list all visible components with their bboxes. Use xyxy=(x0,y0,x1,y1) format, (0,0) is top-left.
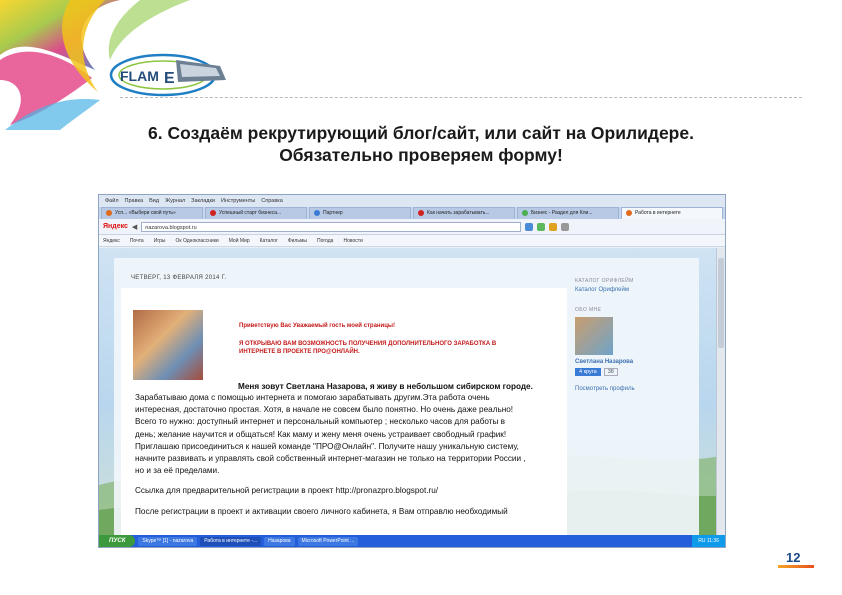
site-icon xyxy=(106,210,112,216)
post-paragraph-line: Зарабатываю дома с помощью интернета и п… xyxy=(135,393,490,402)
refresh-icon[interactable] xyxy=(537,222,546,231)
browser-tab[interactable]: Как начать зарабатывать... xyxy=(413,207,515,219)
intro-text: Меня зовут Светлана Назарова, я живу в н… xyxy=(238,382,533,391)
profile-avatar[interactable] xyxy=(575,317,613,355)
bookmark-item[interactable]: Почта xyxy=(130,238,144,244)
divider-line xyxy=(120,97,802,98)
post-paragraph-line: но и за её пределами. xyxy=(135,466,220,476)
bookmark-item[interactable]: Новости xyxy=(343,238,362,244)
view-profile-link[interactable]: Посмотреть профиль xyxy=(575,386,695,392)
post-date: ЧЕТВЕРГ, 13 ФЕВРАЛЯ 2014 Г. xyxy=(131,275,227,281)
menu-bar: Файл Правка Вид Журнал Закладки Инструме… xyxy=(99,195,725,207)
menu-tools[interactable]: Инструменты xyxy=(221,198,255,204)
scrollbar-thumb[interactable] xyxy=(718,258,724,348)
start-button[interactable]: ПУСК xyxy=(99,535,136,547)
bookmark-item[interactable]: Яндекс xyxy=(103,238,120,244)
back-arrow-icon[interactable]: ◀ xyxy=(132,223,137,231)
svg-text:E: E xyxy=(164,70,175,87)
post-paragraph-line xyxy=(135,477,565,485)
site-icon xyxy=(522,210,528,216)
url-input[interactable]: nazarova.blogspot.ru xyxy=(141,221,522,232)
system-clock: RU 11:36 xyxy=(692,535,725,547)
slide-title-line2: Обязательно проверяем форму! xyxy=(279,145,563,165)
blog-page: ЧЕТВЕРГ, 13 ФЕВРАЛЯ 2014 Г. Приветствую … xyxy=(99,248,725,535)
bookmark-item[interactable]: Мой Мир xyxy=(229,238,250,244)
bookmarks-bar: Яндекс Почта Игры Ок Одноклассники Мой М… xyxy=(99,235,725,247)
offer-line1: Я ОТКРЫВАЮ ВАМ ВОЗМОЖНОСТЬ ПОЛУЧЕНИЯ ДОП… xyxy=(239,341,497,347)
author-photo xyxy=(133,310,203,380)
browser-tab[interactable]: Бизнес - Раздел для Кли... xyxy=(517,207,619,219)
google-circles: 4 круга 38 xyxy=(575,368,695,376)
profile-name[interactable]: Светлана Назарова xyxy=(575,359,695,365)
windows-taskbar: ПУСК Skype™ [1] - nazarova Работа в инте… xyxy=(99,535,725,547)
browser-tab[interactable]: Партнер xyxy=(309,207,411,219)
bookmark-item[interactable]: Погода xyxy=(317,238,333,244)
taskbar-item[interactable]: Skype™ [1] - nazarova xyxy=(138,536,198,546)
site-icon xyxy=(314,210,320,216)
greeting-text: Приветствую Вас Уважаемый гость моей стр… xyxy=(239,323,396,329)
logo-text: FLAM xyxy=(120,68,159,84)
browser-tab-active[interactable]: Работа в интернете xyxy=(621,207,723,219)
menu-view[interactable]: Вид xyxy=(149,198,159,204)
page-number: 12 xyxy=(786,550,801,565)
bookmark-item[interactable]: Игры xyxy=(154,238,166,244)
slide-title: 6. Создаём рекрутирующий блог/сайт, или … xyxy=(0,122,842,166)
bookmark-item[interactable]: Ок Одноклассники xyxy=(176,238,219,244)
circles-button[interactable]: 4 круга xyxy=(575,368,601,376)
slide-title-line1: 6. Создаём рекрутирующий блог/сайт, или … xyxy=(148,123,694,143)
browser-tab[interactable]: Успешный старт бизнеса... xyxy=(205,207,307,219)
taskbar-item-active[interactable]: Работа в интернете -... xyxy=(200,536,262,546)
site-icon xyxy=(210,210,216,216)
cloud-icon[interactable] xyxy=(525,222,534,231)
post-paragraph-line: После регистрации в проект и активации с… xyxy=(135,506,508,516)
post-paragraph-line: начните развивать и управлять свой собст… xyxy=(135,454,526,464)
blog-sidebar: КАТАЛОГ ОРИФЛЕЙМ Каталог Орифлейм ОБО МН… xyxy=(575,278,695,392)
registration-link-line[interactable]: Ссылка для предварительной регистрации в… xyxy=(135,485,565,497)
browser-tab[interactable]: Усп... «Выбери свой путь» xyxy=(101,207,203,219)
menu-file[interactable]: Файл xyxy=(105,198,119,204)
menu-edit[interactable]: Правка xyxy=(125,198,144,204)
post-paragraph-line: Всего то нужно: доступный интернет и пер… xyxy=(135,417,506,427)
post-body: Зарабатываю дома с помощью интернета и п… xyxy=(135,392,565,518)
slide: FLAM E 6. Создаём рекрутирующий блог/сай… xyxy=(0,0,842,595)
about-heading: ОБО МНЕ xyxy=(575,307,602,313)
vertical-scrollbar[interactable] xyxy=(716,248,725,535)
post-paragraph-line xyxy=(135,498,565,506)
catalog-heading: КАТАЛОГ ОРИФЛЕЙМ xyxy=(575,278,634,284)
site-icon xyxy=(418,210,424,216)
offer-line2: ИНТЕРНЕТЕ В ПРОЕКТЕ ПРО@ОНЛАЙН. xyxy=(239,349,360,355)
post-paragraph-line: интересная, достаточно простая. Хотя, в … xyxy=(135,405,514,415)
yandex-logo: Яндекс xyxy=(103,223,128,230)
flame-logo: FLAM E xyxy=(109,53,226,97)
menu-history[interactable]: Журнал xyxy=(165,198,185,204)
address-bar: Яндекс ◀ nazarova.blogspot.ru xyxy=(99,219,725,235)
settings-icon[interactable] xyxy=(561,222,570,231)
star-icon[interactable] xyxy=(549,222,558,231)
bookmark-item[interactable]: Фильмы xyxy=(288,238,307,244)
menu-bookmarks[interactable]: Закладки xyxy=(191,198,215,204)
page-number-underline xyxy=(778,565,814,568)
tab-bar: Усп... «Выбери свой путь» Успешный старт… xyxy=(99,207,725,219)
blogger-icon xyxy=(626,210,632,216)
browser-screenshot: Файл Правка Вид Журнал Закладки Инструме… xyxy=(98,194,726,548)
post-paragraph-line: день; желание научится и общаться! Как м… xyxy=(135,429,507,439)
circles-count: 38 xyxy=(603,368,618,376)
taskbar-item[interactable]: Microsoft PowerPoint ... xyxy=(297,536,359,546)
bookmark-item[interactable]: Каталог xyxy=(260,238,278,244)
menu-help[interactable]: Справка xyxy=(261,198,283,204)
post-paragraph-line: Приглашаю присоединиться к нашей команде… xyxy=(135,441,519,451)
taskbar-item[interactable]: Назарова xyxy=(264,536,295,546)
